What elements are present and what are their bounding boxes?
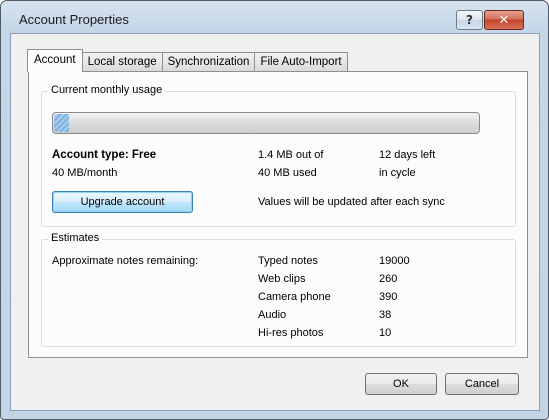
estimate-type: Hi-res photos [258, 327, 324, 339]
close-button[interactable]: ✕ [484, 10, 524, 30]
used-total: 40 MB used [258, 167, 317, 179]
estimate-count: 19000 [379, 255, 410, 267]
usage-group-label: Current monthly usage [48, 84, 166, 96]
dialog-window: Account Properties ? ✕ Account Local sto… [0, 0, 549, 420]
usage-progress-fill [54, 114, 69, 132]
notes-remaining-label: Approximate notes remaining: [52, 255, 199, 267]
account-tab-panel: Current monthly usage Account type: Free… [28, 71, 528, 358]
estimates-group-label: Estimates [48, 232, 103, 244]
tab-file-auto-import[interactable]: File Auto-Import [254, 52, 348, 72]
upgrade-account-button[interactable]: Upgrade account [52, 191, 193, 213]
estimate-type: Typed notes [258, 255, 318, 267]
estimate-count: 390 [379, 291, 398, 303]
days-left-suffix: in cycle [379, 167, 416, 179]
used-amount: 1.4 MB out of [258, 149, 324, 161]
days-left: 12 days left [379, 149, 436, 161]
usage-progress-bar [52, 112, 480, 134]
estimate-type: Web clips [258, 273, 306, 285]
estimate-type: Audio [258, 309, 287, 321]
help-button[interactable]: ? [456, 10, 483, 30]
tab-account[interactable]: Account [27, 49, 83, 72]
cancel-button[interactable]: Cancel [445, 373, 519, 395]
title-bar[interactable]: Account Properties ? ✕ [1, 1, 548, 33]
estimate-count: 38 [379, 309, 392, 321]
update-note: Values will be updated after each sync [258, 196, 445, 208]
estimate-count: 10 [379, 327, 392, 339]
tab-strip: Account Local storage Synchronization Fi… [27, 49, 348, 72]
estimate-count: 260 [379, 273, 398, 285]
close-icon: ✕ [498, 12, 510, 28]
tab-local-storage[interactable]: Local storage [81, 52, 163, 72]
usage-group: Current monthly usage Account type: Free… [41, 84, 516, 227]
estimate-type: Camera phone [258, 291, 331, 303]
dialog-client-area: Account Local storage Synchronization Fi… [10, 33, 540, 411]
quota-value: 40 MB/month [52, 167, 118, 179]
estimates-group: Estimates Approximate notes remaining: T… [41, 232, 516, 347]
account-type-label: Account type: Free [52, 149, 157, 161]
tab-synchronization[interactable]: Synchronization [161, 52, 256, 72]
help-icon: ? [466, 13, 473, 27]
window-title: Account Properties [19, 12, 129, 27]
ok-button[interactable]: OK [365, 373, 437, 395]
